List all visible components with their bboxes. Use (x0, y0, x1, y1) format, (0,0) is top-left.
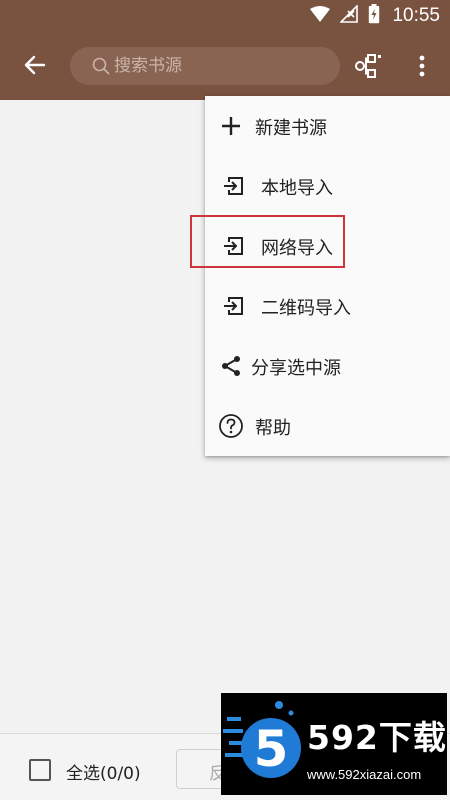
toolbar (0, 32, 450, 100)
menu-item-label: 本地导入 (261, 178, 333, 199)
app-bar: 10:55 (0, 0, 450, 100)
back-button[interactable] (18, 48, 52, 82)
watermark-logo-icon: 5 (223, 701, 301, 778)
watermark: 5 592下载 www.592xiazai.com (221, 693, 447, 795)
help-icon (217, 412, 245, 440)
wifi-icon (310, 6, 331, 26)
menu-item-label: 新建书源 (255, 118, 327, 139)
plus-icon (217, 112, 245, 140)
menu-item-share-selected[interactable]: 分享选中源 (205, 336, 450, 396)
status-bar: 10:55 (0, 0, 450, 32)
overflow-menu: 新建书源 本地导入 网络导入 二维码导入 分享选中源 帮助 (205, 96, 450, 456)
menu-item-help[interactable]: 帮助 (205, 396, 450, 456)
more-options-button[interactable] (408, 50, 436, 82)
status-time: 10:55 (392, 5, 440, 26)
group-button[interactable] (352, 50, 386, 82)
arrow-left-icon (24, 55, 46, 75)
watermark-url: www.592xiazai.com (307, 767, 422, 782)
search-box[interactable] (70, 47, 340, 85)
svg-text:5: 5 (254, 720, 289, 778)
menu-item-label: 分享选中源 (251, 358, 341, 379)
import-icon (219, 292, 247, 320)
share-icon (217, 352, 245, 380)
menu-item-local-import[interactable]: 本地导入 (205, 156, 450, 216)
more-vertical-icon (419, 55, 425, 77)
search-icon (92, 57, 110, 75)
battery-charging-icon (368, 4, 380, 28)
signal-off-icon (339, 4, 359, 27)
search-input[interactable] (114, 56, 334, 76)
menu-item-qr-import[interactable]: 二维码导入 (205, 276, 450, 336)
menu-item-new-source[interactable]: 新建书源 (205, 96, 450, 156)
select-all-label: 全选(0/0) (66, 764, 141, 784)
menu-item-label: 帮助 (255, 418, 291, 439)
menu-item-label: 二维码导入 (261, 298, 351, 319)
group-icon (355, 54, 381, 78)
select-all-checkbox[interactable] (29, 759, 51, 781)
import-icon (219, 172, 247, 200)
highlight-box (190, 215, 345, 268)
status-icons: 10:55 (310, 4, 440, 28)
watermark-brand: 592下载 (307, 718, 447, 757)
